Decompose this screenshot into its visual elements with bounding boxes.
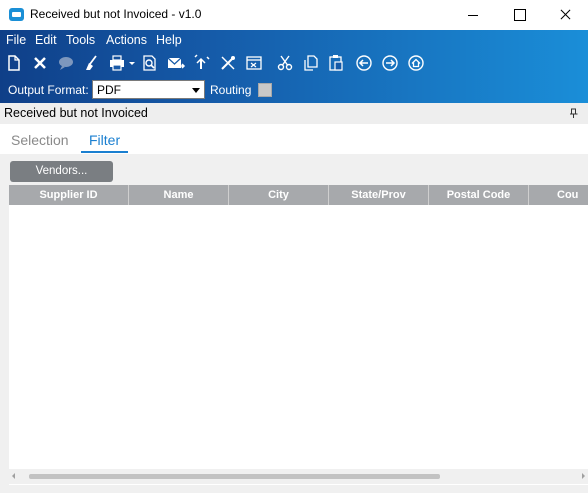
print-dropdown-icon[interactable] [127,53,137,73]
output-format-value: PDF [97,83,121,97]
tools-icon[interactable] [218,53,238,73]
menu-edit[interactable]: Edit [35,33,57,47]
tab-filter[interactable]: Filter [89,132,120,148]
cut-icon[interactable] [275,53,295,73]
scroll-right-icon[interactable] [582,473,585,479]
tab-selection[interactable]: Selection [11,132,69,148]
scroll-left-icon[interactable] [12,473,15,479]
attach-icon[interactable] [192,53,212,73]
window-title: Received but not Invoiced - v1.0 [30,7,202,21]
output-format-row: Output Format: PDF Routing [0,79,588,101]
output-format-label: Output Format: [8,83,89,97]
print-preview-icon[interactable] [140,53,160,73]
back-icon[interactable] [354,53,374,73]
close-button[interactable] [542,0,588,30]
delete-icon[interactable] [30,53,50,73]
minimize-button[interactable] [450,0,496,30]
panel-title: Received but not Invoiced [4,106,148,120]
toolbar [0,51,588,75]
menu-file[interactable]: File [6,33,26,47]
send-icon[interactable] [166,53,186,73]
panel-header: Received but not Invoiced [0,103,588,124]
menu-help[interactable]: Help [156,33,182,47]
grid-header: Supplier ID Name City State/Prov Postal … [9,185,588,205]
column-header-city[interactable]: City [229,185,329,205]
column-header-supplier-id[interactable]: Supplier ID [9,185,129,205]
column-header-country[interactable]: Cou [529,185,588,205]
chevron-down-icon [192,88,200,93]
app-icon [9,8,24,21]
horizontal-scrollbar[interactable] [9,469,588,484]
print-icon[interactable] [107,53,127,73]
column-header-state-prov[interactable]: State/Prov [329,185,429,205]
routing-checkbox[interactable] [258,83,272,97]
vendors-grid: Supplier ID Name City State/Prov Postal … [9,185,588,485]
title-bar: Received but not Invoiced - v1.0 [0,0,588,30]
paste-icon[interactable] [326,53,346,73]
menu-actions[interactable]: Actions [106,33,147,47]
home-icon[interactable] [406,53,426,73]
filter-panel: Vendors... Supplier ID Name City State/P… [0,154,588,493]
pin-icon[interactable] [569,108,579,119]
column-header-name[interactable]: Name [129,185,229,205]
vendors-button[interactable]: Vendors... [10,161,113,182]
comment-icon [56,53,76,73]
menu-tools[interactable]: Tools [66,33,95,47]
header-band: File Edit Tools Actions Help Output Form… [0,30,588,103]
scrollbar-thumb[interactable] [29,474,440,479]
routing-label: Routing [210,83,252,97]
copy-icon[interactable] [301,53,321,73]
tab-bar: Selection Filter [0,124,588,154]
clear-icon[interactable] [82,53,102,73]
new-icon[interactable] [4,53,24,73]
output-format-select[interactable]: PDF [92,80,205,99]
column-header-postal-code[interactable]: Postal Code [429,185,529,205]
form-icon[interactable] [244,53,264,73]
forward-icon[interactable] [380,53,400,73]
maximize-button[interactable] [496,0,542,30]
active-tab-indicator [81,151,128,153]
